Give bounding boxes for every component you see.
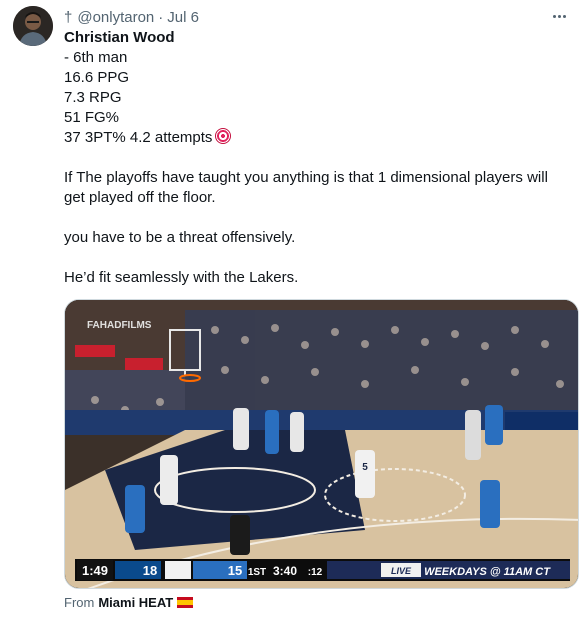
away-score: 18 bbox=[143, 563, 157, 578]
tweet-line: 51 FG% bbox=[64, 109, 120, 126]
tweet-date[interactable]: Jul 6 bbox=[167, 9, 199, 26]
tweet-line: you have to be a threat offensively. bbox=[64, 229, 296, 246]
tweet-line: get played off the floor. bbox=[64, 189, 216, 206]
more-dot-icon bbox=[552, 14, 556, 18]
game-clock: 3:40 bbox=[273, 564, 297, 578]
user-handle[interactable]: @onlytaron bbox=[77, 9, 154, 26]
tweet-line: He’d fit seamlessly with the Lakers. bbox=[64, 269, 299, 286]
tweet-line: If The playoffs have taught you anything… bbox=[64, 169, 548, 186]
video-elapsed-time: 1:49 bbox=[82, 563, 108, 578]
tweet-line-name: Christian Wood bbox=[64, 29, 175, 46]
source-account-link[interactable]: Miami HEAT bbox=[98, 595, 173, 610]
more-dot-icon bbox=[557, 14, 561, 18]
header-separator: · bbox=[158, 8, 164, 26]
tweet-line: 16.6 PPG bbox=[64, 69, 130, 86]
video-frame: 5 FAHADFILMS 1:49 18 15 1ST 3:40 :12 LIV… bbox=[65, 300, 578, 588]
video-watermark: FAHADFILMS bbox=[87, 320, 152, 331]
tweet-line-with-emoji: 37 3PT% 4.2 attempts bbox=[64, 128, 569, 148]
video-player[interactable]: 5 FAHADFILMS 1:49 18 15 1ST 3:40 :12 LIV… bbox=[64, 299, 579, 589]
more-options-button[interactable] bbox=[549, 8, 569, 24]
spain-flag-icon bbox=[177, 596, 194, 608]
promo-text: WEEKDAYS @ 11AM CT bbox=[424, 566, 551, 578]
home-score: 15 bbox=[228, 563, 242, 578]
tweet-line: 37 3PT% 4.2 attempts bbox=[64, 129, 213, 146]
tweet-header: † @onlytaron · Jul 6 bbox=[64, 7, 199, 27]
tweet-text: Christian Wood - 6th man 16.6 PPG 7.3 RP… bbox=[64, 28, 569, 288]
shot-clock: :12 bbox=[308, 567, 323, 578]
avatar-image bbox=[13, 6, 53, 46]
target-emoji-icon bbox=[215, 128, 232, 144]
avatar[interactable] bbox=[13, 6, 53, 46]
tweet-line: 7.3 RPG bbox=[64, 89, 122, 106]
tweet-line: - 6th man bbox=[64, 49, 128, 66]
more-dot-icon bbox=[562, 14, 566, 18]
tweet-card[interactable]: † @onlytaron · Jul 6 Christian Wood - 6t… bbox=[0, 0, 582, 618]
source-attribution: From Miami HEAT bbox=[64, 594, 194, 610]
jersey-number: 5 bbox=[362, 462, 368, 473]
game-quarter: 1ST bbox=[248, 567, 266, 578]
source-prefix: From bbox=[64, 594, 95, 610]
handle-prefix-glyph: † bbox=[64, 8, 73, 26]
live-tag: LIVE bbox=[391, 566, 412, 576]
